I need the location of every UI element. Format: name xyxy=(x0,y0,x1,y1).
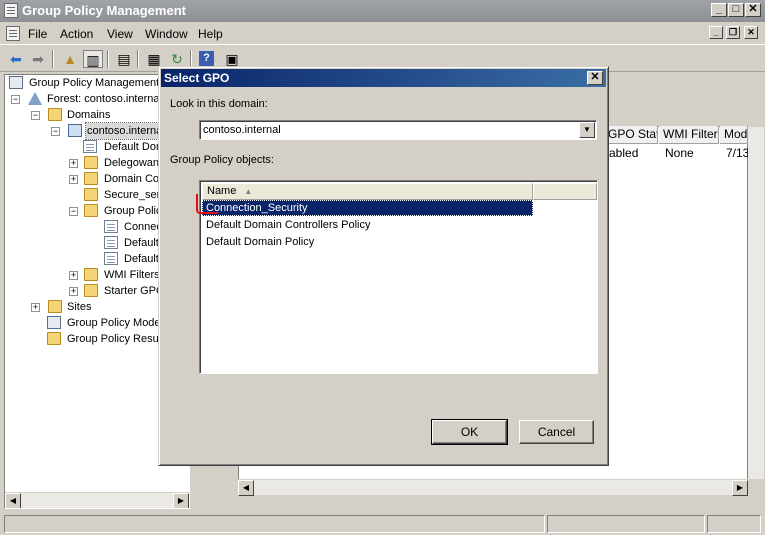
toolbar-separator xyxy=(52,50,54,68)
forest-icon xyxy=(28,92,42,105)
dialog-title: Select GPO xyxy=(164,71,230,85)
gpo-list-item[interactable]: Default Domain Policy xyxy=(202,234,314,250)
collapse-icon[interactable]: − xyxy=(11,95,20,104)
close-button[interactable]: ✕ xyxy=(745,3,761,17)
red-annotation-mark xyxy=(196,194,218,214)
column-name-header[interactable]: Name ▲ xyxy=(202,183,533,200)
expand-icon[interactable]: + xyxy=(69,271,78,280)
menu-bar: File Action View Window Help _ ❐ ✕ xyxy=(0,22,765,44)
scroll-right-icon[interactable]: ▶ xyxy=(173,493,189,508)
help-icon[interactable]: ? xyxy=(199,51,214,66)
scroll-right-icon[interactable]: ▶ xyxy=(732,480,748,496)
sort-ascending-icon: ▲ xyxy=(244,187,253,196)
child-minimize-button[interactable]: _ xyxy=(709,26,723,39)
scroll-left-icon[interactable]: ◀ xyxy=(5,493,21,508)
main-title-bar[interactable]: Group Policy Management _ □ ✕ xyxy=(0,0,765,22)
expand-icon[interactable]: + xyxy=(31,303,40,312)
column-blank-header[interactable] xyxy=(533,183,597,200)
domain-label: Look in this domain: xyxy=(170,98,268,110)
select-gpo-dialog[interactable]: Select GPO ✕ Look in this domain: contos… xyxy=(158,66,609,466)
chevron-down-icon[interactable]: ▼ xyxy=(579,122,595,138)
tree-label: Forest: contoso.internal xyxy=(47,93,162,105)
tree-label: WMI Filters xyxy=(104,269,160,281)
tree-label: Domains xyxy=(67,109,111,121)
folder-icon xyxy=(48,108,62,121)
sites-icon xyxy=(48,300,62,313)
ou-folder-icon xyxy=(84,156,98,169)
cell-wmi-filter: None xyxy=(665,146,694,160)
maximize-button[interactable]: □ xyxy=(728,3,744,17)
tree-label: contoso.internal xyxy=(85,122,167,140)
menu-window[interactable]: Window xyxy=(145,27,188,41)
folder-icon xyxy=(84,268,98,281)
domain-select[interactable]: contoso.internal ▼ xyxy=(199,120,597,140)
column-gpo-status[interactable]: GPO Status xyxy=(604,126,658,144)
gpo-objects-label: Group Policy objects: xyxy=(170,154,274,166)
domain-select-value: contoso.internal xyxy=(203,124,281,136)
column-modified[interactable]: Modified xyxy=(720,126,748,144)
expand-icon[interactable]: + xyxy=(69,287,78,296)
forward-arrow-icon[interactable]: ➡ xyxy=(28,50,48,68)
collapse-icon[interactable]: − xyxy=(69,207,78,216)
gpo-list-item[interactable]: Default Domain Controllers Policy xyxy=(202,217,370,233)
minimize-button[interactable]: _ xyxy=(711,3,727,17)
tree-label: Delegowane xyxy=(104,157,166,169)
status-pane-tertiary xyxy=(707,515,761,533)
folder-icon xyxy=(84,204,98,217)
cell-gpo-status: abled xyxy=(609,146,639,160)
child-restore-button[interactable]: ❐ xyxy=(726,26,740,39)
tree-horizontal-scrollbar[interactable]: ◀ ▶ xyxy=(5,492,189,508)
properties-icon[interactable]: ▤ xyxy=(114,50,134,68)
expand-icon[interactable]: + xyxy=(69,175,78,184)
column-wmi-filter[interactable]: WMI Filter xyxy=(659,126,719,144)
results-icon xyxy=(47,332,61,345)
gpo-icon xyxy=(104,252,118,265)
toolbar-separator xyxy=(107,50,109,68)
dialog-title-bar[interactable]: Select GPO ✕ xyxy=(161,69,606,87)
gpo-icon xyxy=(104,236,118,249)
scroll-left-icon[interactable]: ◀ xyxy=(238,480,254,496)
dialog-close-button[interactable]: ✕ xyxy=(587,71,603,85)
child-close-button[interactable]: ✕ xyxy=(744,26,758,39)
up-folder-icon[interactable]: ▲ xyxy=(60,50,80,68)
ok-button[interactable]: OK xyxy=(431,419,508,445)
menu-action[interactable]: Action xyxy=(60,27,93,41)
collapse-icon[interactable]: − xyxy=(31,111,40,120)
gpm-icon xyxy=(9,76,23,89)
menu-file[interactable]: File xyxy=(28,27,47,41)
console-menu-icon[interactable] xyxy=(6,26,20,41)
tree-label: Group Policy Management xyxy=(29,77,160,89)
menu-help[interactable]: Help xyxy=(198,27,223,41)
gpo-link-icon xyxy=(83,140,97,153)
gpo-list-item[interactable]: Connection_Security xyxy=(202,200,533,216)
gpm-app-icon xyxy=(4,3,18,18)
menu-view[interactable]: View xyxy=(107,27,133,41)
show-hide-tree-icon[interactable]: ▥ xyxy=(83,50,103,68)
gpo-list[interactable]: Name ▲ Connection_Security Default Domain… xyxy=(199,180,598,374)
domain-icon xyxy=(68,124,82,137)
window-title: Group Policy Management xyxy=(22,3,186,18)
status-pane-secondary xyxy=(547,515,705,533)
cell-modified: 7/13 xyxy=(726,146,750,160)
gpo-icon xyxy=(104,220,118,233)
toolbar-separator xyxy=(137,50,139,68)
ou-folder-icon xyxy=(84,172,98,185)
folder-icon xyxy=(84,284,98,297)
cancel-button[interactable]: Cancel xyxy=(519,420,594,444)
tree-label: Sites xyxy=(67,301,92,313)
collapse-icon[interactable]: − xyxy=(51,127,60,136)
back-arrow-icon[interactable]: ⬅ xyxy=(6,50,26,68)
expand-icon[interactable]: + xyxy=(69,159,78,168)
status-pane-main xyxy=(4,515,545,533)
ou-folder-icon xyxy=(84,188,98,201)
details-horizontal-scrollbar[interactable]: ◀ ▶ xyxy=(238,479,748,496)
details-vertical-scrollbar[interactable] xyxy=(748,127,764,479)
status-bar xyxy=(0,512,765,535)
tree-label: Group Policy Results xyxy=(67,333,170,345)
modeling-icon xyxy=(47,316,61,329)
